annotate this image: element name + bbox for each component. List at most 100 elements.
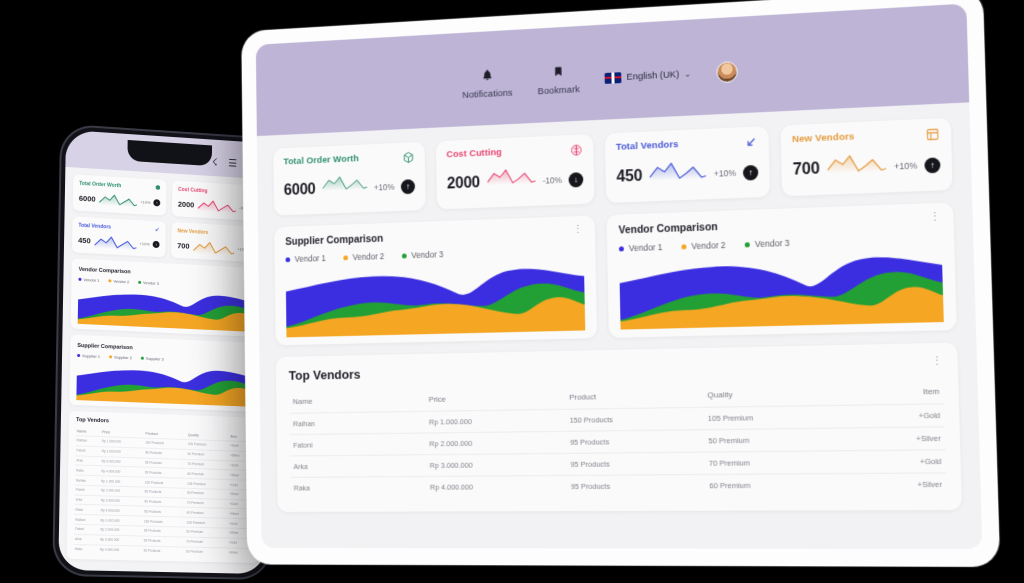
phone-stat-card-total-order-worth[interactable]: Total Order Worth ⬢ 6000 +10% ↑ — [72, 174, 167, 216]
stat-value: 2000 — [177, 199, 195, 210]
legend-label: Supplier 1 — [82, 353, 101, 359]
phone-screen: ☇ ☰ Total Order Worth ⬢ 6000 +10% ↑ Cost… — [58, 129, 273, 575]
legend-color-dot — [109, 355, 113, 359]
stat-value: 2000 — [446, 174, 481, 193]
stacked-area-chart — [77, 286, 256, 332]
stat-card-total-order-worth[interactable]: Total Order Worth 6000 +10% ↑ — [273, 141, 426, 216]
legend-label: Vendor 1 — [628, 242, 663, 254]
stat-card-total-vendors[interactable]: Total Vendors 450 +10% ↑ — [604, 126, 771, 204]
legend-item: Vendor 1 — [618, 242, 663, 254]
bookmark-button[interactable]: Bookmark — [537, 64, 580, 97]
language-selector[interactable]: English (UK) ⌄ — [604, 68, 691, 84]
column-header-price[interactable]: Price — [425, 388, 566, 412]
column-header-quality[interactable]: Quality — [703, 383, 846, 407]
table-cell: 95 Products — [566, 474, 706, 498]
column-header-name[interactable]: Name — [289, 390, 425, 413]
stat-card-row: Total Order Worth 6000 +10% ↑ Cost Cutti… — [273, 117, 953, 216]
table-cell: Rp 2.000.000 — [425, 431, 567, 455]
cube-icon: ⬢ — [155, 185, 161, 192]
hamburger-menu-icon[interactable]: ☰ — [228, 158, 237, 169]
sparkline-chart — [192, 239, 234, 256]
stat-value: 450 — [616, 167, 643, 186]
arrow-down-left-icon — [744, 136, 757, 150]
stat-percent: +10% — [893, 160, 918, 172]
stat-value: 6000 — [78, 193, 96, 204]
table-cell: Raihan — [289, 411, 426, 435]
table-cell: Raka — [74, 504, 100, 516]
table-cell: 70 Premium — [704, 450, 849, 475]
stat-title: Total Order Worth — [283, 153, 359, 168]
table-card-top-vendors: Top Vendors ⋮ Name Price Product Quality Ite… — [275, 342, 963, 512]
chart-title: Supplier Comparison — [285, 232, 384, 248]
phone-chart-card-vendor-comparison: Vendor Comparison ⋮ Vendor 1 Vendor 2 Ve… — [70, 258, 263, 338]
phone-stat-row-2: Total Vendors ↙ 450 +10% ↑ New Vendors 7… — [71, 216, 264, 263]
stat-percent: +10% — [140, 199, 151, 205]
legend-color-dot — [77, 353, 81, 358]
legend-item: Vendor 1 — [78, 277, 100, 283]
column-header-item[interactable]: Item — [846, 381, 944, 405]
table-cell: Arka — [289, 454, 427, 478]
chart-card-vendor-comparison: Vendor Comparison ⋮ Vendor 1 Vendor 2 Ve… — [606, 202, 957, 338]
table-cell: 50 Premium — [704, 427, 848, 453]
stacked-area-chart — [76, 362, 255, 407]
legend-label: Vendor 3 — [143, 280, 160, 286]
legend-color-dot — [140, 356, 144, 360]
chart-menu-icon[interactable]: ⋮ — [572, 224, 583, 236]
table-title: Top Vendors — [75, 417, 109, 425]
legend-label: Vendor 1 — [294, 253, 326, 264]
column-header-product[interactable]: Product — [565, 385, 704, 409]
legend-item: Supplier 1 — [77, 353, 100, 359]
table-cell: +Gold — [846, 403, 945, 428]
legend-item: Vendor 2 — [108, 278, 129, 284]
legend-label: Vendor 2 — [691, 239, 726, 252]
bell-icon[interactable]: ☇ — [212, 157, 218, 168]
chevron-down-icon: ⌄ — [684, 68, 691, 79]
table-cell: 95 Products — [566, 452, 706, 476]
stat-card-new-vendors[interactable]: New Vendors 700 +10% ↑ — [780, 117, 953, 197]
phone-stat-card-total-vendors[interactable]: Total Vendors ↙ 450 +10% ↑ — [71, 216, 166, 258]
legend-item: Supplier 2 — [109, 354, 132, 360]
stat-value: 6000 — [283, 181, 316, 199]
stat-card-cost-cutting[interactable]: Cost Cutting 2000 -10% ↓ — [435, 134, 595, 210]
sparkline-chart — [486, 166, 536, 198]
cube-icon — [402, 151, 414, 164]
arrow-down-left-icon: ↙ — [154, 227, 160, 234]
legend-item: Vendor 1 — [285, 253, 326, 264]
table-menu-icon[interactable]: ⋮ — [931, 355, 943, 368]
legend-label: Vendor 2 — [113, 278, 130, 285]
trend-down-icon: ↓ — [568, 171, 584, 188]
stat-title: New Vendors — [177, 227, 209, 236]
table-cell: 95 Products — [142, 545, 186, 556]
table-cell: +Silver — [846, 426, 946, 451]
avatar[interactable] — [716, 60, 739, 83]
stat-percent: +10% — [373, 181, 395, 193]
sparkline-chart — [93, 234, 137, 251]
legend-label: Vendor 3 — [411, 249, 444, 261]
stat-title: Cost Cutting — [178, 186, 208, 194]
bookmark-icon — [553, 64, 564, 81]
language-label: English (UK) — [626, 68, 680, 83]
table-row[interactable]: Raka Rp 4.000.000 95 Products 60 Premium +Si… — [290, 472, 947, 499]
legend-label: Vendor 1 — [83, 277, 100, 283]
legend-color-dot — [681, 243, 687, 249]
table-cell: Rp 4.000.000 — [98, 544, 143, 555]
legend-item: Vendor 3 — [138, 280, 159, 286]
notifications-button[interactable]: Notifications — [462, 67, 513, 101]
table-cell: Rp 3.000.000 — [425, 453, 567, 477]
legend-item: Supplier 3 — [140, 356, 164, 362]
table-title: Top Vendors — [288, 366, 361, 383]
trend-up-icon: ↑ — [924, 156, 941, 173]
laptop-screen: Notifications Bookmark English (UK) ⌄ To… — [255, 3, 983, 549]
stat-title: New Vendors — [791, 131, 855, 146]
table-cell: Raka — [73, 544, 100, 554]
table-cell: Arka — [73, 534, 100, 545]
legend-label: Vendor 2 — [352, 251, 385, 263]
sparkline-chart — [322, 173, 368, 204]
sparkline-chart — [197, 198, 236, 215]
chart-title: Supplier Comparison — [77, 342, 133, 351]
stat-value: 700 — [177, 241, 190, 251]
legend-item: Vendor 3 — [401, 249, 444, 261]
grid-icon — [926, 127, 940, 141]
stat-value: 450 — [78, 235, 91, 246]
chart-menu-icon[interactable]: ⋮ — [929, 211, 941, 224]
